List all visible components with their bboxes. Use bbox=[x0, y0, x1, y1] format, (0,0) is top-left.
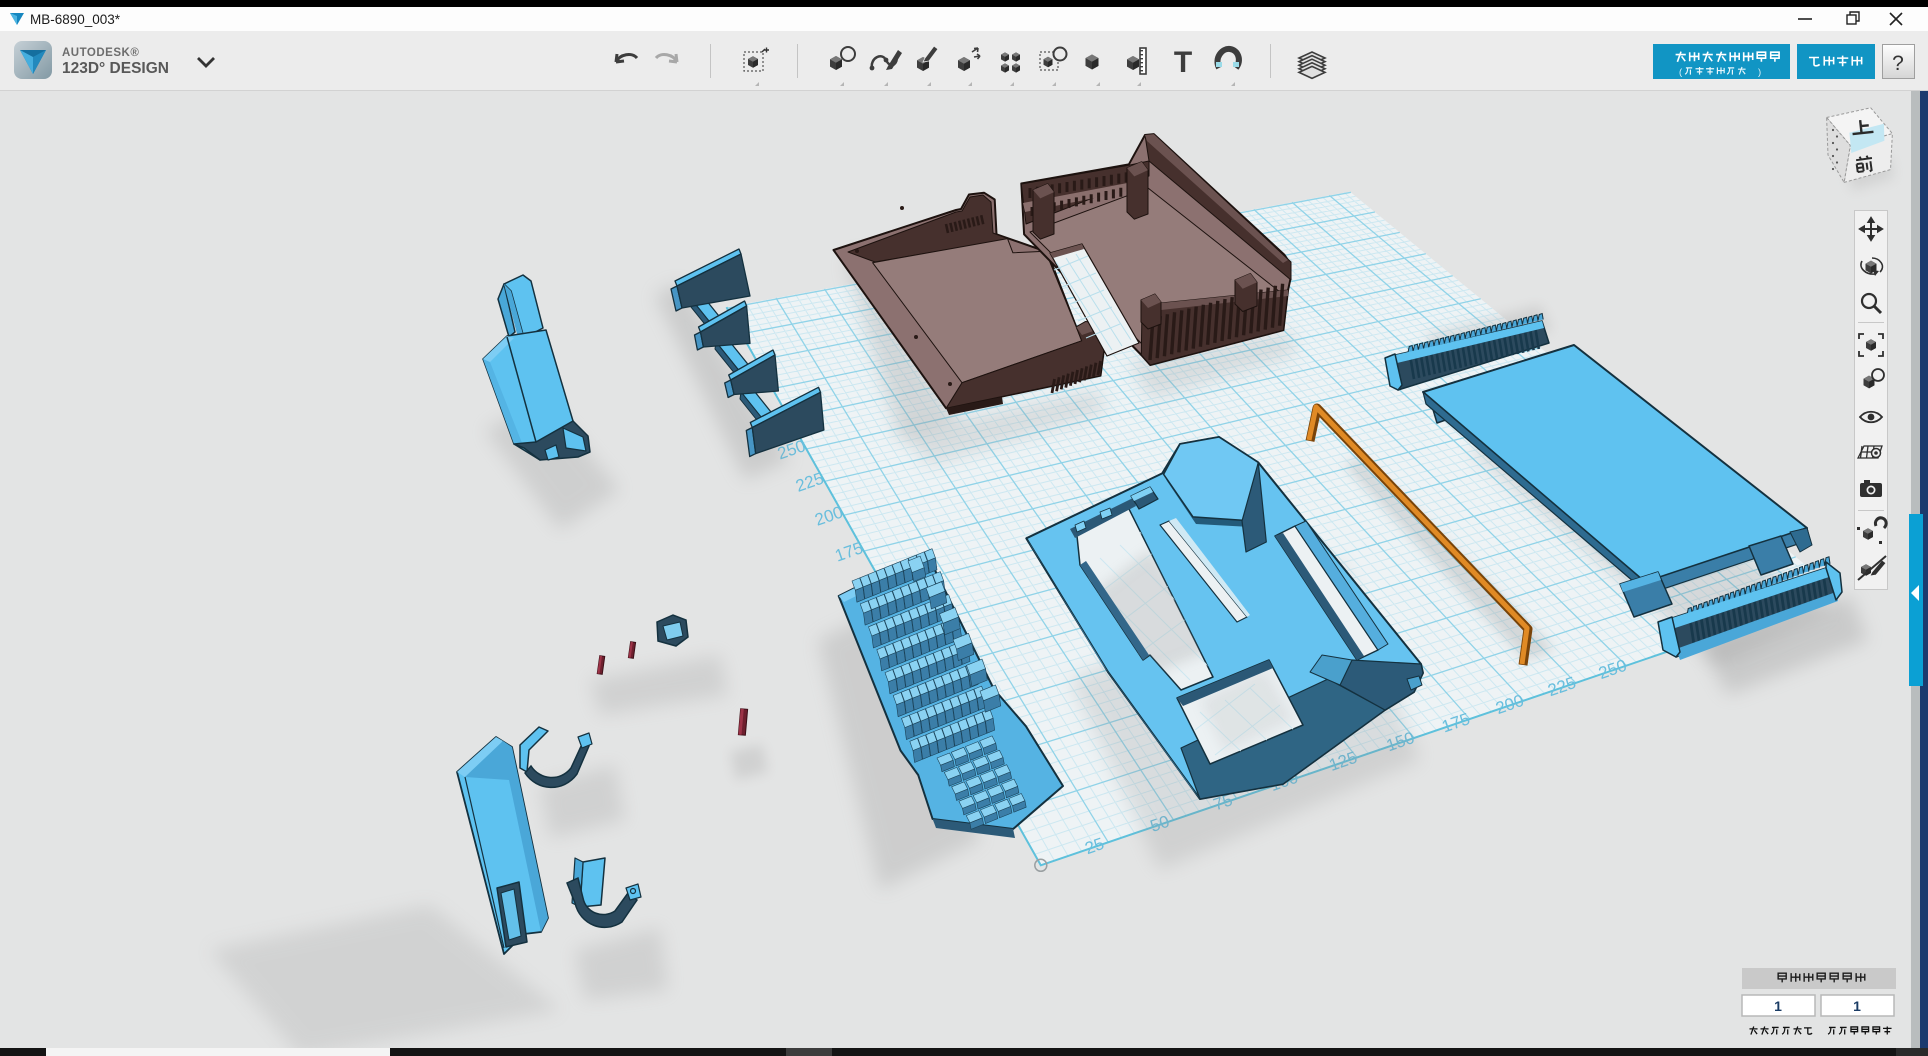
svg-text:): ) bbox=[1758, 67, 1761, 78]
svg-text:T: T bbox=[1174, 46, 1192, 79]
svg-text:AUTODESK®: AUTODESK® bbox=[62, 47, 139, 59]
svg-text:?: ? bbox=[1892, 52, 1904, 75]
svg-text:1: 1 bbox=[1853, 998, 1861, 1014]
svg-text:123D° DESIGN: 123D° DESIGN bbox=[62, 60, 169, 77]
svg-text:1: 1 bbox=[1774, 998, 1782, 1014]
svg-text:MB-6890_003*: MB-6890_003* bbox=[30, 12, 121, 27]
